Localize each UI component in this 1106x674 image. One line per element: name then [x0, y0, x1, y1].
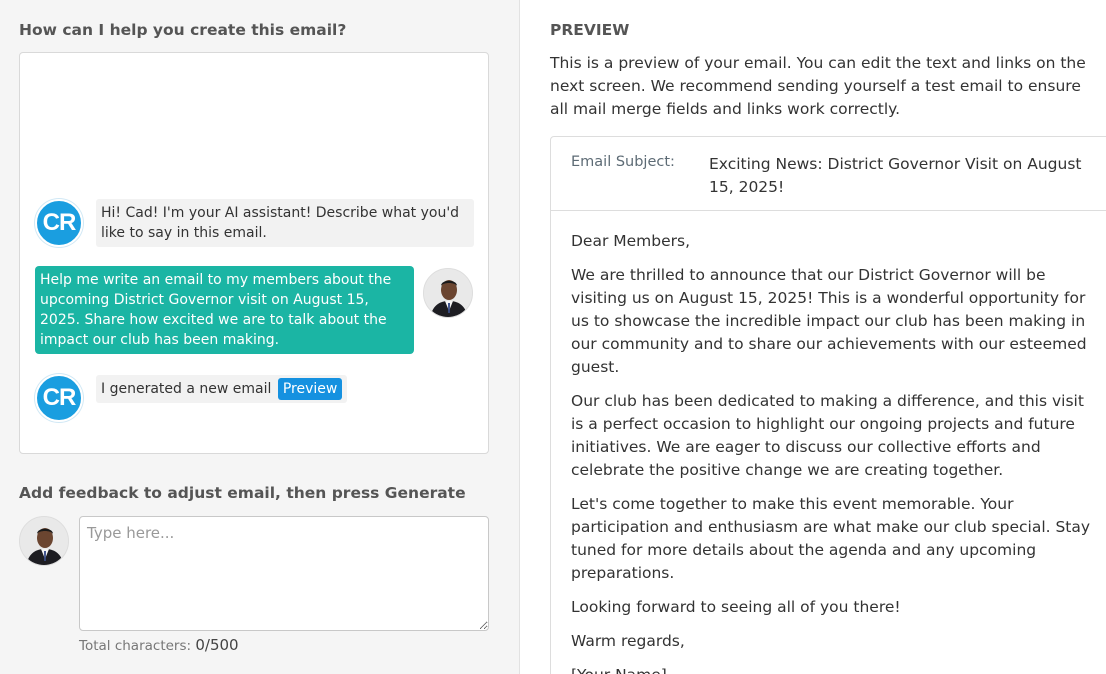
- email-paragraph: We are thrilled to announce that our Dis…: [571, 266, 1087, 376]
- feedback-heading: Add feedback to adjust email, then press…: [19, 484, 466, 502]
- user-message: Help me write an email to my members abo…: [35, 266, 414, 354]
- user-avatar: [423, 268, 473, 318]
- feedback-input[interactable]: [79, 516, 489, 631]
- assistant-avatar-text: CR: [42, 384, 77, 411]
- assistant-avatar: CR: [35, 199, 83, 247]
- preview-panel: PREVIEW This is a preview of your email.…: [520, 0, 1106, 674]
- assistant-message-text: Hi! Cad! I'm your AI assistant! Describe…: [101, 205, 460, 241]
- character-count: Total characters: 0/500: [79, 636, 239, 654]
- email-paragraph: Our club has been dedicated to making a …: [571, 392, 1084, 479]
- email-body: Dear Members, We are thrilled to announc…: [571, 230, 1101, 674]
- character-count-value: 0/500: [195, 636, 239, 654]
- assistant-message-text: I generated a new email: [101, 381, 272, 397]
- preview-description: This is a preview of your email. You can…: [550, 54, 1086, 118]
- email-subject-label: Email Subject:: [571, 154, 675, 170]
- assistant-message: I generated a new email Preview: [96, 375, 348, 403]
- preview-button[interactable]: Preview: [277, 378, 343, 400]
- chat-panel: How can I help you create this email? CR…: [0, 0, 520, 674]
- email-paragraph: Looking forward to seeing all of you the…: [571, 598, 901, 616]
- user-photo-icon: [424, 269, 472, 317]
- character-count-label: Total characters:: [79, 638, 192, 654]
- user-message-text: Help me write an email to my members abo…: [40, 272, 392, 348]
- preview-title: PREVIEW: [550, 21, 630, 39]
- chat-heading: How can I help you create this email?: [19, 21, 347, 39]
- assistant-avatar-text: CR: [42, 209, 77, 236]
- email-greeting: Dear Members,: [571, 232, 691, 250]
- chat-history: CR Hi! Cad! I'm your AI assistant! Descr…: [19, 52, 489, 454]
- assistant-message: Hi! Cad! I'm your AI assistant! Describe…: [96, 199, 474, 247]
- email-signature: [Your Name]: [571, 664, 1101, 674]
- email-signoff: Warm regards,: [571, 632, 685, 650]
- user-photo-icon: [20, 517, 68, 565]
- user-avatar: [19, 516, 69, 566]
- assistant-avatar: CR: [35, 374, 83, 422]
- email-subject-value: Exciting News: District Governor Visit o…: [709, 155, 1082, 196]
- email-preview-card: Email Subject: Exciting News: District G…: [550, 136, 1106, 674]
- email-subject-row: Email Subject: Exciting News: District G…: [551, 137, 1106, 211]
- email-paragraph: Let's come together to make this event m…: [571, 495, 1091, 582]
